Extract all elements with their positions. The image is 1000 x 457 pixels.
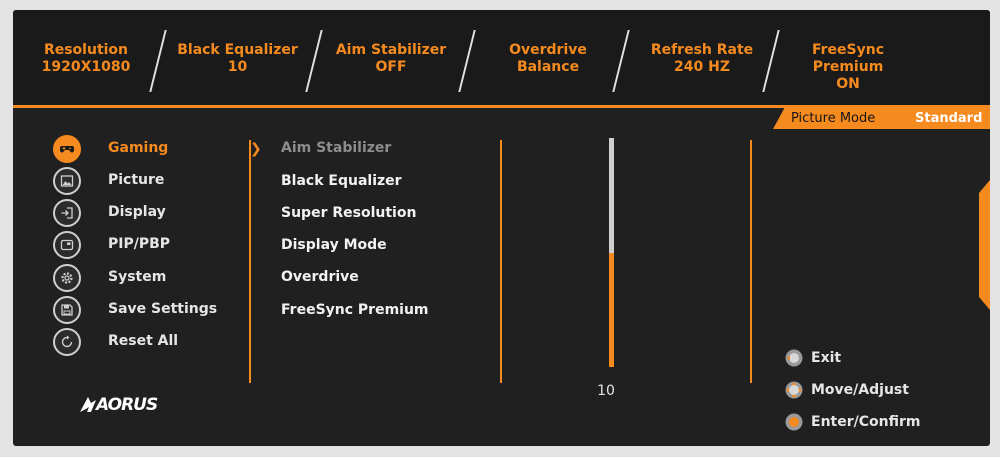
- display-input-icon: [53, 199, 81, 227]
- picture-icon: [53, 167, 81, 195]
- hint-label: Exit: [811, 350, 842, 366]
- submenu-item-aim-stabilizer[interactable]: Aim Stabilizer: [281, 140, 391, 156]
- value-slider[interactable]: [609, 138, 614, 367]
- submenu-item-super-resolution[interactable]: Super Resolution: [281, 205, 416, 221]
- submenu-item-black-equalizer[interactable]: Black Equalizer: [281, 173, 402, 189]
- status-value: 1920X1080: [41, 59, 131, 75]
- hint-label: Enter/Confirm: [811, 414, 921, 430]
- submenu-item-display-mode[interactable]: Display Mode: [281, 237, 387, 253]
- status-bar: Resolution 1920X1080 Black Equalizer 10 …: [13, 10, 990, 105]
- status-freesync: FreeSync Premium ON: [783, 42, 913, 93]
- reset-icon: [53, 328, 81, 356]
- status-label: Aim Stabilizer: [335, 42, 447, 58]
- column-divider: [249, 140, 251, 383]
- status-separator: [305, 30, 323, 92]
- column-divider: [750, 140, 752, 383]
- status-refresh-rate: Refresh Rate 240 HZ: [637, 42, 767, 76]
- status-overdrive: Overdrive Balance: [483, 42, 613, 76]
- status-value: Balance: [516, 59, 580, 75]
- logo-text: AORUS: [96, 395, 158, 415]
- gamepad-icon: [53, 135, 81, 163]
- joystick-enter-icon: [785, 413, 803, 431]
- status-separator: [612, 30, 630, 92]
- menu-label: Save Settings: [108, 301, 218, 317]
- status-label: FreeSync Premium: [811, 42, 885, 75]
- status-black-equalizer: Black Equalizer 10: [175, 42, 300, 76]
- slider-fill: [609, 252, 614, 367]
- status-separator: [149, 30, 167, 92]
- joystick-exit-icon: [785, 349, 803, 367]
- status-label: Overdrive: [509, 42, 587, 58]
- status-separator: [458, 30, 476, 92]
- submenu-item-freesync-premium[interactable]: FreeSync Premium: [281, 302, 429, 318]
- save-icon: [53, 296, 81, 324]
- osd-panel: Resolution 1920X1080 Black Equalizer 10 …: [13, 10, 990, 446]
- picture-mode-label: Picture Mode: [791, 111, 876, 126]
- gear-icon: [53, 264, 81, 292]
- slider-value: 10: [597, 383, 615, 399]
- side-tab: [979, 180, 990, 310]
- status-aim-stabilizer: Aim Stabilizer OFF: [331, 42, 451, 76]
- status-value: 240 HZ: [674, 59, 730, 75]
- pip-icon: [53, 231, 81, 259]
- aorus-logo: AORUS: [78, 394, 178, 418]
- menu-label: System: [108, 269, 167, 285]
- status-value: OFF: [375, 59, 407, 75]
- picture-mode-value: Standard: [915, 111, 983, 126]
- status-label: Black Equalizer: [177, 42, 298, 58]
- joystick-move-icon: [785, 381, 803, 399]
- column-divider: [500, 140, 502, 383]
- submenu-item-overdrive[interactable]: Overdrive: [281, 269, 359, 285]
- menu-label: Gaming: [108, 140, 169, 156]
- menu-label: PIP/PBP: [108, 236, 171, 252]
- status-label: Refresh Rate: [650, 42, 754, 58]
- status-value: 10: [227, 59, 248, 75]
- status-label: Resolution: [43, 42, 129, 58]
- status-value: ON: [836, 76, 860, 92]
- menu-label: Display: [108, 204, 166, 220]
- hint-label: Move/Adjust: [811, 382, 909, 398]
- status-resolution: Resolution 1920X1080: [31, 42, 141, 76]
- eagle-icon: [80, 397, 96, 412]
- menu-label: Reset All: [108, 333, 179, 349]
- chevron-right-icon: ❯: [250, 141, 262, 157]
- menu-label: Picture: [108, 172, 165, 188]
